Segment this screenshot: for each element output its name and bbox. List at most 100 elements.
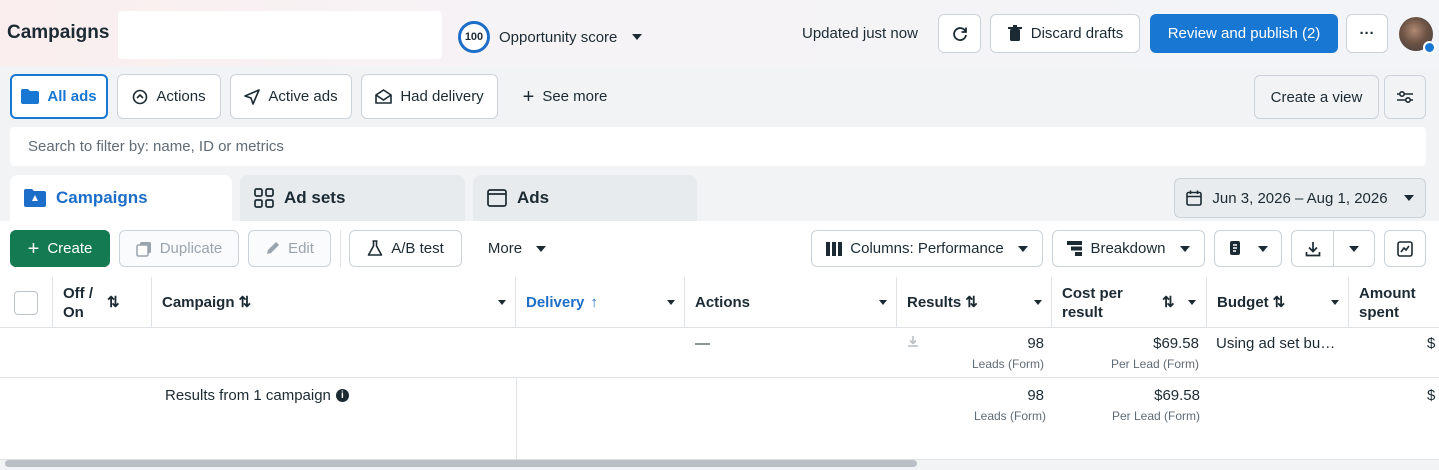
- select-all-cell: [0, 277, 53, 328]
- sort-ascending-icon: ↑: [590, 294, 598, 311]
- create-button[interactable]: + Create: [10, 230, 110, 267]
- more-label: More: [487, 240, 523, 257]
- filter-all-ads[interactable]: All ads: [10, 74, 108, 119]
- summary-amount-value: $: [1427, 387, 1436, 404]
- review-publish-button[interactable]: Review and publish (2): [1150, 14, 1338, 53]
- sort-icon: ⇅: [107, 294, 120, 311]
- sliders-icon: [1397, 90, 1413, 104]
- chevron-down-icon[interactable]: [1188, 300, 1196, 305]
- column-header-amount-spent[interactable]: Amount spent: [1349, 277, 1439, 328]
- chevron-down-icon: [632, 34, 643, 40]
- summary-label: Results from 1 campaign i: [165, 387, 349, 404]
- filter-had-delivery[interactable]: Had delivery: [361, 74, 498, 119]
- summary-cost-type: Per Lead (Form): [1111, 409, 1200, 423]
- column-header-delivery[interactable]: Delivery ↑: [516, 277, 685, 328]
- select-all-checkbox[interactable]: [14, 290, 38, 315]
- columns-icon: [826, 241, 843, 256]
- tab-campaigns[interactable]: Campaigns: [10, 175, 232, 221]
- calendar-icon: [1186, 190, 1203, 206]
- column-header-cost-per-result[interactable]: Cost per result ⇅: [1052, 277, 1207, 328]
- ab-test-button[interactable]: A/B test: [349, 230, 462, 267]
- plus-icon: +: [522, 85, 535, 108]
- review-publish-label: Review and publish (2): [1167, 25, 1321, 42]
- breakdown-dropdown[interactable]: Breakdown: [1052, 230, 1205, 267]
- plus-icon: +: [27, 237, 40, 260]
- download-icon: [908, 336, 918, 347]
- more-options-button[interactable]: ···: [1346, 14, 1388, 53]
- export-button[interactable]: [1291, 230, 1375, 267]
- filter-actions[interactable]: Actions: [117, 74, 221, 119]
- breakdown-icon: [1067, 241, 1083, 256]
- filter-all-ads-label: All ads: [47, 88, 97, 105]
- opportunity-score-ring: 100: [458, 21, 490, 53]
- chevron-down-icon[interactable]: [1331, 300, 1339, 305]
- tab-campaigns-label: Campaigns: [56, 188, 148, 207]
- filter-settings-button[interactable]: [1384, 75, 1426, 119]
- summary-results-type: Leads (Form): [973, 409, 1046, 423]
- refresh-icon: [952, 26, 967, 41]
- chevron-down-icon[interactable]: [667, 300, 675, 305]
- campaign-folder-icon: [24, 189, 46, 207]
- create-view-label: Create a view: [1270, 88, 1363, 106]
- row-cost-type: Per Lead (Form): [1110, 357, 1199, 371]
- see-more-label: See more: [542, 88, 608, 105]
- filter-actions-label: Actions: [156, 88, 206, 105]
- more-button[interactable]: More: [476, 230, 558, 267]
- chart-view-button[interactable]: [1384, 230, 1426, 267]
- column-header-results[interactable]: Results ⇅: [897, 277, 1052, 328]
- chevron-down-icon[interactable]: [498, 300, 506, 305]
- row-results-type: Leads (Form): [971, 357, 1044, 371]
- column-header-results-label: Results: [907, 294, 962, 311]
- see-more-button[interactable]: + See more: [510, 74, 620, 119]
- chevron-down-icon[interactable]: [1034, 300, 1042, 305]
- column-header-budget[interactable]: Budget ⇅: [1207, 277, 1349, 328]
- search-input[interactable]: Search to filter by: name, ID or metrics: [10, 127, 1426, 166]
- refresh-button[interactable]: [938, 14, 981, 53]
- column-header-budget-label: Budget: [1217, 294, 1269, 311]
- duplicate-label: Duplicate: [159, 240, 223, 257]
- filter-active-ads[interactable]: Active ads: [230, 74, 352, 119]
- filter-had-delivery-label: Had delivery: [400, 88, 484, 105]
- ad-icon: [487, 189, 507, 207]
- campaign-name-box[interactable]: [118, 11, 442, 59]
- opportunity-score[interactable]: 100 Opportunity score: [458, 21, 643, 53]
- export-dropdown[interactable]: [1334, 231, 1374, 266]
- column-header-off-on-label: Off / On: [63, 284, 93, 321]
- actions-icon: [133, 89, 148, 104]
- discard-drafts-button[interactable]: Discard drafts: [990, 14, 1140, 53]
- create-view-button[interactable]: Create a view: [1254, 75, 1379, 119]
- column-header-campaign[interactable]: Campaign ⇅: [152, 277, 516, 328]
- columns-label: Columns: Performance: [850, 240, 1004, 257]
- columns-dropdown[interactable]: Columns: Performance: [811, 230, 1043, 267]
- trash-icon: [1007, 25, 1022, 41]
- facebook-badge-icon: [1423, 41, 1436, 54]
- duplicate-button[interactable]: Duplicate: [119, 230, 239, 267]
- sort-icon: ⇅: [1272, 294, 1286, 311]
- summary-cost-value: $69.58: [1154, 387, 1200, 404]
- column-header-campaign-label: Campaign: [162, 294, 235, 311]
- inbox-icon: [375, 88, 393, 104]
- report-icon: [1230, 241, 1240, 255]
- chart-icon: [1397, 240, 1413, 257]
- date-range-picker[interactable]: Jun 3, 2026 – Aug 1, 2026: [1174, 178, 1426, 218]
- row-budget-value: Using ad set bu…: [1216, 335, 1336, 352]
- folder-icon: [21, 89, 40, 104]
- sort-icon: ⇅: [1162, 294, 1175, 311]
- sort-icon: ⇅: [965, 294, 978, 311]
- row-divider: [0, 377, 1439, 378]
- edit-button[interactable]: Edit: [248, 230, 331, 267]
- reports-dropdown[interactable]: [1214, 230, 1282, 267]
- toolbar-divider: [340, 230, 341, 267]
- column-header-actions[interactable]: Actions: [685, 277, 897, 328]
- avatar[interactable]: [1399, 17, 1436, 54]
- tab-ads[interactable]: Ads: [473, 175, 697, 221]
- column-header-off-on[interactable]: Off / On ⇅: [53, 277, 152, 328]
- tab-ad-sets[interactable]: Ad sets: [240, 175, 465, 221]
- sort-icon: ⇅: [238, 294, 252, 311]
- chevron-down-icon[interactable]: [879, 300, 887, 305]
- chevron-down-icon: [536, 245, 547, 252]
- chevron-down-icon: [1258, 245, 1268, 252]
- info-icon[interactable]: i: [335, 389, 349, 402]
- export-main[interactable]: [1292, 231, 1334, 266]
- horizontal-scrollbar[interactable]: [5, 460, 917, 467]
